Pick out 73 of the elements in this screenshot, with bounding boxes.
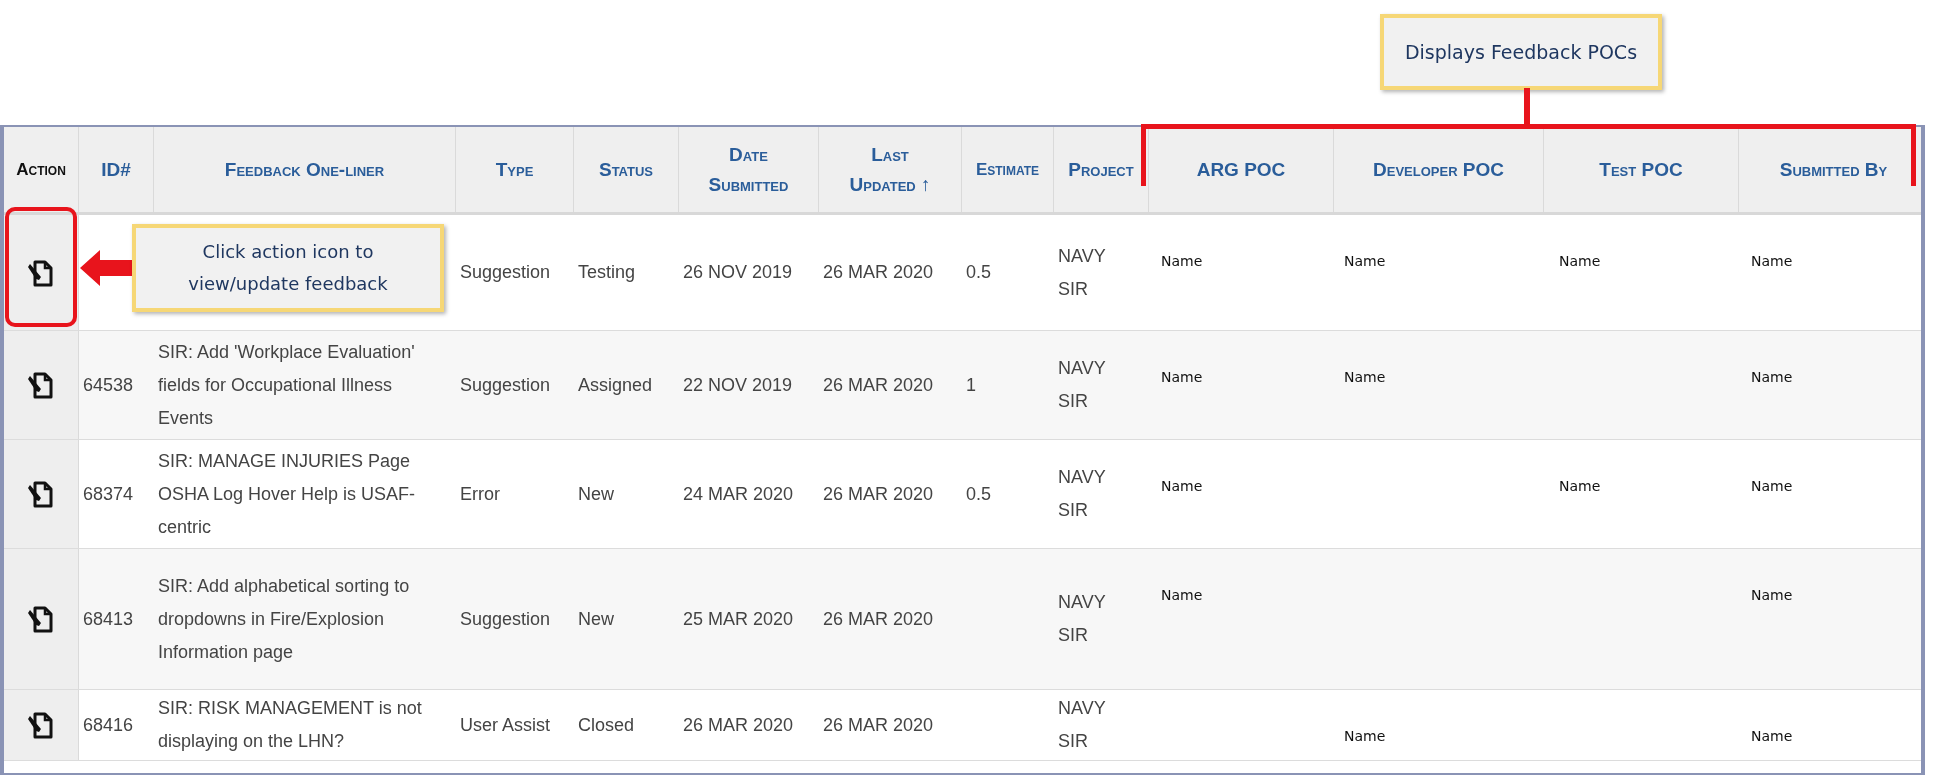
table-cell-text: SIR: MANAGE INJURIES Page OSHA Log Hover Help is USAF-centric [158,449,417,539]
column-header[interactable]: Developer POC [1334,127,1544,212]
table-cell: Name [1344,369,1386,385]
table-cell: Name [1344,253,1386,269]
column-header[interactable]: Status [574,127,679,212]
table-cell-text: Testing [578,261,636,284]
table-cell-text: Assigned [578,373,653,397]
callout-box: Click action icon to view/update feedback [132,224,444,312]
table-cell: Name [1559,478,1601,494]
column-header[interactable]: Test POC [1544,127,1739,212]
table-cell: Name [1751,253,1793,269]
column-header[interactable]: Type [456,127,574,212]
table-cell-text: 26 MAR 2020 [823,607,934,631]
table-cell-text: 68413 [83,607,134,631]
table-cell-text: SIR: RISK MANAGEMENT is not displaying on the LHN? [158,697,423,753]
edit-document-icon [28,479,54,509]
table-cell-text: 26 NOV 2019 [683,261,793,284]
table-cell-text: SIR: Add 'Workplace Evaluation' fields for Occupational Illness Events [158,340,416,430]
table-cell: Name [1751,728,1793,744]
column-header: Action [4,127,79,212]
table-cell-text: NAVY SIR [1058,466,1107,522]
column-header[interactable]: Submitted By [1739,127,1921,212]
table-cell: Name [1559,253,1601,269]
table-cell: Name [1344,728,1386,744]
table-cell-text: 0.5 [966,482,992,506]
table-cell-text: 64538 [83,373,134,397]
table-cell-text: 26 MAR 2020 [683,713,794,737]
edit-button[interactable] [28,370,54,400]
table-cell-text: New [578,482,614,506]
table-cell-text: 0.5 [966,261,992,284]
table-cell-text: SIR: Add alphabetical sorting to dropdowns in Fire/Explosion Information page [158,574,411,664]
table-cell-text: 26 MAR 2020 [823,261,934,284]
table-cell: Name [1161,587,1203,603]
table-cell-text: 68416 [83,713,134,737]
table-cell-text: 26 MAR 2020 [823,713,934,737]
table-cell: Name [1161,369,1203,385]
table-cell-text: 22 NOV 2019 [683,373,793,397]
edit-document-icon [28,370,54,400]
table-cell-text: NAVY SIR [1058,697,1107,753]
table-cell: Name [1751,369,1793,385]
edit-button[interactable] [28,604,54,634]
table-cell: Name [1751,478,1793,494]
column-header[interactable]: Project [1054,127,1149,212]
table-cell: Name [1751,587,1793,603]
edit-button[interactable] [28,710,54,740]
table-cell-text: Suggestion [460,373,551,397]
edit-document-icon [28,604,54,634]
edit-button[interactable] [28,479,54,509]
column-header[interactable]: Estimate [962,127,1054,212]
column-header[interactable]: Date Submitted [679,127,819,212]
table-cell-text: NAVY SIR [1058,244,1107,301]
table-cell-text: 26 MAR 2020 [823,482,934,506]
table-cell-text: User Assist [460,713,551,737]
edit-document-icon [28,710,54,740]
table-cell-text: New [578,607,614,631]
table-cell-text: 68374 [83,482,134,506]
column-header[interactable]: ID# [79,127,154,212]
table-cell-text: Closed [578,713,635,737]
table-cell-text: Suggestion [460,261,551,284]
table-cell-text: 24 MAR 2020 [683,482,794,506]
table-cell-text: NAVY SIR [1058,591,1107,647]
table-cell-text: Suggestion [460,607,551,631]
table-cell-text: Error [460,482,500,506]
callout-box: Displays Feedback POCs [1380,14,1662,90]
column-header[interactable]: Feedback One-liner [154,127,456,212]
table-cell-text: 1 [966,373,976,397]
table-cell: Name [1161,478,1203,494]
table-cell-text: 25 MAR 2020 [683,607,794,631]
column-header[interactable]: ARG POC [1149,127,1334,212]
table-cell-text: 26 MAR 2020 [823,373,934,397]
table-cell: Name [1161,253,1203,269]
column-header[interactable]: Last Updated ↑ [819,127,962,212]
table-cell-text: NAVY SIR [1058,357,1107,413]
